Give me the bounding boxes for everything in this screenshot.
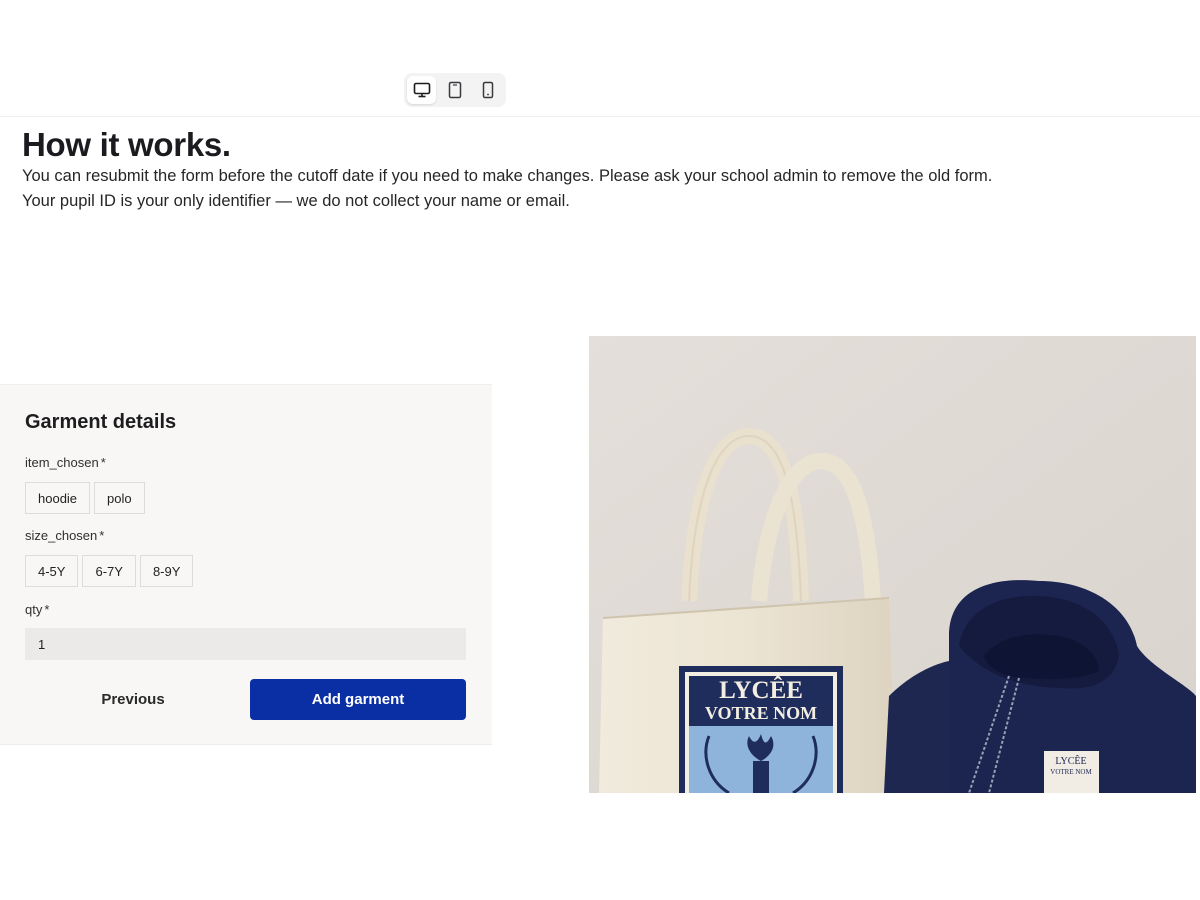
size-options: 4-5Y 6-7Y 8-9Y [25,555,194,587]
phone-icon [483,81,494,99]
size-field-label: size_chosen * [25,528,104,543]
intro-text-privacy: Your pupil ID is your only identifier — … [22,192,570,210]
required-mark: * [44,602,50,617]
tablet-view-button[interactable] [440,76,469,104]
item-option-polo[interactable]: polo [94,482,145,514]
add-garment-button[interactable]: Add garment [250,679,466,720]
garment-form-panel: Garment details item_chosen * hoodie polo… [0,384,492,745]
previous-button[interactable]: Previous [25,679,241,720]
item-options: hoodie polo [25,482,145,514]
device-toolbar [404,73,506,107]
size-label-text: size_chosen [25,528,98,543]
size-option-6-7y[interactable]: 6-7Y [82,555,136,587]
hoodie-crest-text-1: LYCÊE [1055,755,1086,767]
tote-bag-and-hoodie-image: LYCÊE VOTRE NOM LYCÊE VOTRE NOM [589,336,1196,793]
qty-input[interactable] [25,628,466,660]
tablet-icon [448,81,462,99]
hoodie-crest-text-2: VOTRE NOM [1050,768,1092,776]
toolbar-divider [0,116,1200,117]
bag-crest-text-2: VOTRE NOM [705,703,817,723]
item-option-hoodie[interactable]: hoodie [25,482,91,514]
required-mark: * [99,528,105,543]
intro-text-resubmit: You can resubmit the form before the cut… [22,167,993,185]
monitor-icon [413,82,430,98]
qty-field-label: qty * [25,602,49,617]
bag-crest-text-1: LYCÊE [719,676,803,704]
qty-label-text: qty [25,602,43,617]
size-option-4-5y[interactable]: 4-5Y [25,555,79,587]
item-label-text: item_chosen [25,455,99,470]
mobile-view-button[interactable] [474,76,503,104]
product-photo: LYCÊE VOTRE NOM LYCÊE VOTRE NOM [589,336,1196,793]
item-field-label: item_chosen * [25,455,106,470]
form-title: Garment details [25,411,177,433]
intro-title: How it works. [22,126,231,163]
size-option-8-9y[interactable]: 8-9Y [139,555,194,587]
desktop-view-button[interactable] [407,76,437,104]
required-mark: * [100,455,106,470]
